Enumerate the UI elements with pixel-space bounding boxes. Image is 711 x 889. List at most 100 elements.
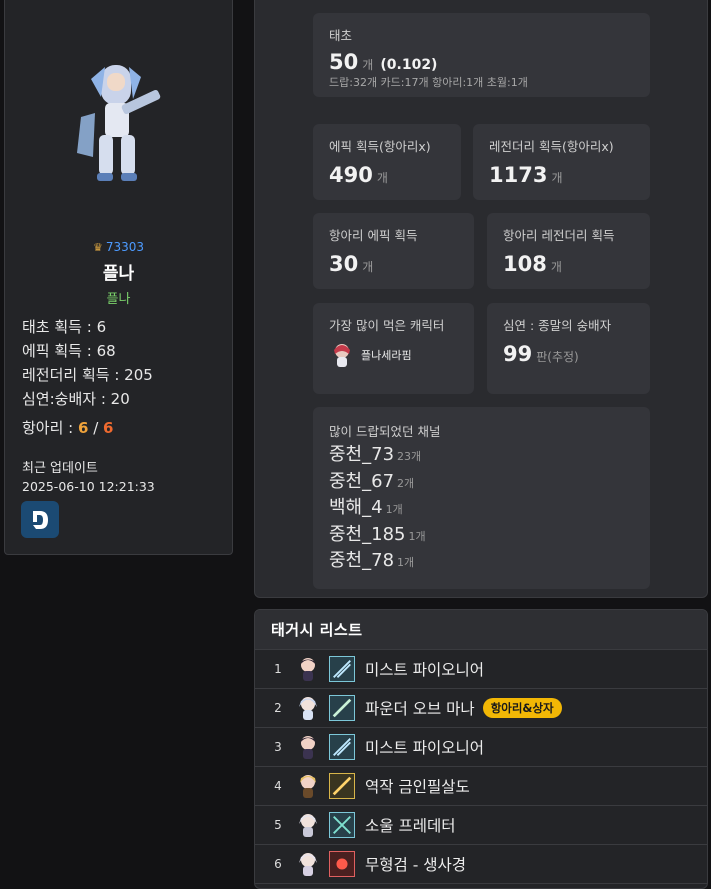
channel-count: 1개 [385, 503, 403, 516]
row-number: 4 [274, 779, 282, 793]
stat-label: 에픽 획득 : [22, 342, 97, 360]
row-number: 3 [274, 740, 282, 754]
legendary-unit: 개 [551, 171, 563, 185]
row-number: 6 [274, 857, 282, 871]
taecho-breakdown: 드랍:32개 카드:17개 항아리:1개 초월:1개 [329, 76, 528, 89]
hangari-legend-unit: 개 [550, 260, 562, 274]
taecho-value: 50 [329, 50, 359, 74]
item-name: 미스트 파이오니어 [365, 661, 485, 679]
list-row[interactable]: 4 역작 금인필살도 [255, 767, 707, 806]
taecho-unit: 개 [362, 58, 374, 72]
channel-count: 1개 [408, 529, 426, 543]
taegeosi-list: 태거시 리스트 1 미스트 파이오니어 2 파운더 오브 마나 항아리&상자 3… [254, 609, 708, 889]
stats-panel: 태초 50 개 (0.102) 드랍:32개 카드:17개 항아리:1개 초월:1… [254, 0, 708, 598]
crown-icon: ♛ [92, 241, 103, 254]
stat-value: 205 [124, 366, 153, 384]
channel-count: 2개 [397, 476, 415, 490]
stat-legendary: 레전더리 획득 : 205 [22, 364, 153, 385]
channel-count: 23개 [397, 450, 422, 463]
stat-label: 레전더리 획득 : [22, 366, 125, 384]
abyss-value: 99 [503, 342, 533, 366]
channel-item: 중천_185 1개 [329, 523, 634, 550]
channel-name: 중천_78 [329, 550, 395, 571]
rank-number[interactable]: 73303 [106, 240, 144, 254]
taecho-card: 태초 50 개 (0.102) 드랍:32개 카드:17개 항아리:1개 초월:1… [313, 13, 650, 97]
character-avatar-icon [299, 853, 317, 876]
stat-label: 태초 획득 : [22, 318, 97, 336]
item-name: 소울 프레데터 [365, 817, 456, 835]
character-avatar-icon [300, 658, 316, 681]
taecho-label: 태초 [329, 28, 353, 43]
most-char-name[interactable]: 플나세라핌 [361, 347, 412, 363]
hangari-epic-label: 항아리 에픽 획득 [329, 228, 418, 243]
update-label: 최근 업데이트 [22, 461, 98, 476]
hangari-label: 항아리 : [22, 419, 78, 437]
item-name: 무형검 - 생사경 [365, 856, 467, 874]
legendary-label: 레전더리 획득(항아리x) [489, 139, 614, 154]
hangari-legend-label: 항아리 레전더리 획득 [503, 228, 615, 243]
item-icon [329, 734, 355, 760]
stat-value: 6 [96, 318, 107, 336]
most-char-label: 가장 많이 먹은 캐릭터 [329, 318, 445, 333]
hangari-legend-card: 항아리 레전더리 획득 108 개 [487, 213, 650, 289]
hangari-epic-value: 30 [329, 252, 359, 276]
character-avatar-icon [299, 697, 317, 720]
stat-label: 심연:숭배자 : [22, 390, 111, 408]
character-avatar-icon [300, 775, 316, 798]
list-row[interactable]: 3 미스트 파이오니어 [255, 728, 707, 767]
list-row[interactable]: 6 무형검 - 생사경 [255, 845, 707, 884]
channel-name: 중천_73 [329, 444, 395, 465]
channel-name: 백해_4 [329, 497, 383, 518]
channels-label: 많이 드랍되었던 채널 [329, 424, 441, 439]
item-icon [329, 656, 355, 682]
list-row[interactable]: 1 미스트 파이오니어 [255, 650, 707, 689]
list-title: 태거시 리스트 [255, 610, 707, 650]
abyss-label: 심연 : 종말의 숭배자 [503, 318, 612, 333]
character-portrait [77, 65, 161, 181]
profile-card: ♛ 73303 플나 플나 태초 획득 : 6 에픽 획득 : 68 레전더리 획… [4, 0, 233, 555]
item-icon [329, 851, 355, 877]
d-logo-icon [33, 510, 48, 529]
channel-item: 중천_73 23개 [329, 443, 634, 470]
taecho-ratio: (0.102) [380, 57, 438, 73]
channel-name: 중천_67 [329, 470, 395, 492]
channels-card: 많이 드랍되었던 채널 중천_73 23개 중천_67 2개 백해_4 1개 중천_1… [313, 407, 650, 589]
rank-line: ♛ 73303 [5, 240, 232, 254]
channel-name: 중천_185 [329, 523, 406, 545]
stat-taecho: 태초 획득 : 6 [22, 316, 106, 337]
hangari-legend-value: 108 [503, 252, 547, 276]
item-icon [329, 773, 355, 799]
hangari-value-1: 6 [78, 419, 89, 437]
channel-item: 중천_78 1개 [329, 549, 634, 576]
epic-label: 에픽 획득(항아리x) [329, 139, 431, 154]
character-avatar-icon [299, 814, 317, 837]
character-avatar-icon [300, 736, 316, 759]
item-name: 파운더 오브 마나 [365, 700, 475, 718]
character-name: 플나 [102, 264, 135, 284]
source-badge: 항아리&상자 [482, 698, 562, 718]
epic-value: 490 [329, 163, 373, 187]
most-char-card: 가장 많이 먹은 캐릭터 플나세라핌 [313, 303, 474, 394]
row-number: 1 [274, 662, 282, 676]
character-avatar-icon [334, 344, 350, 367]
epic-unit: 개 [376, 171, 388, 185]
legendary-card: 레전더리 획득(항아리x) 1173 개 [473, 124, 650, 200]
channel-count: 1개 [397, 556, 415, 569]
row-number: 5 [274, 818, 282, 832]
stat-abyss: 심연:숭배자 : 20 [22, 388, 130, 409]
item-name: 미스트 파이오니어 [365, 739, 485, 757]
hangari-value-2: 6 [103, 419, 114, 437]
list-row[interactable]: 2 파운더 오브 마나 항아리&상자 [255, 689, 707, 728]
channel-item: 중천_67 2개 [329, 470, 634, 497]
list-row[interactable]: 5 소울 프레데터 [255, 806, 707, 845]
stat-value: 20 [110, 390, 130, 408]
hangari-epic-unit: 개 [362, 260, 374, 274]
legendary-value: 1173 [489, 163, 548, 187]
hangari-separator: / [88, 419, 104, 437]
stat-epic: 에픽 획득 : 68 [22, 340, 116, 361]
stat-hangari: 항아리 : 6 / 6 [22, 417, 113, 438]
abyss-unit: 판(추정) [536, 350, 579, 364]
d-logo-button[interactable] [21, 501, 59, 538]
row-number: 2 [274, 701, 282, 715]
hangari-epic-card: 항아리 에픽 획득 30 개 [313, 213, 474, 289]
